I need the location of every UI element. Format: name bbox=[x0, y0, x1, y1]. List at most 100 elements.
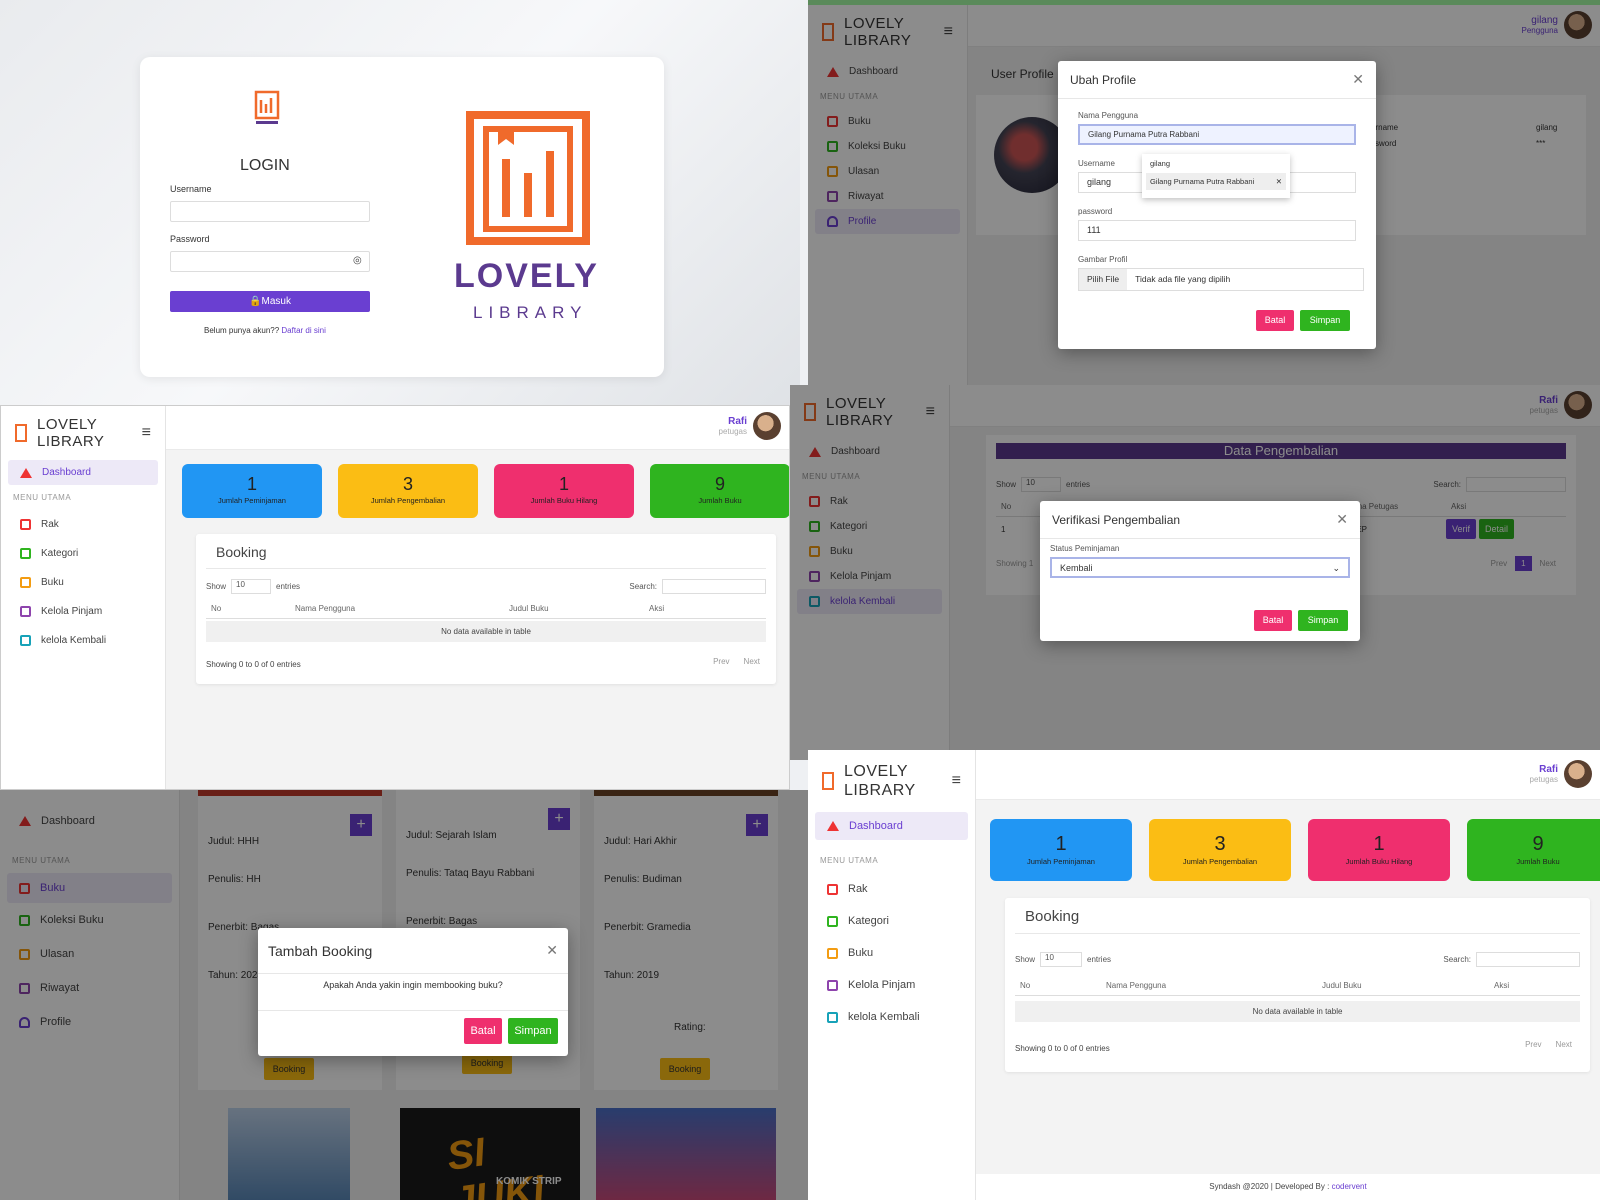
sidebar-item-riwayat[interactable]: Riwayat bbox=[815, 184, 960, 209]
next-button[interactable]: Next bbox=[744, 657, 760, 666]
book-icon bbox=[827, 116, 838, 127]
page-1[interactable]: 1 bbox=[1515, 556, 1532, 571]
sidebar-item-dashboard[interactable]: Dashboard bbox=[7, 808, 172, 834]
modal-title: Tambah Booking bbox=[268, 942, 373, 959]
add-button[interactable]: + bbox=[746, 814, 768, 836]
close-icon[interactable]: ✕ bbox=[546, 942, 558, 959]
add-button[interactable]: + bbox=[548, 808, 570, 830]
sidebar-item-rak[interactable]: Rak bbox=[815, 873, 968, 905]
collection-icon bbox=[827, 141, 838, 152]
sidebar-item-buku[interactable]: Buku bbox=[8, 568, 158, 597]
sidebar-item-koleksi[interactable]: Koleksi Buku bbox=[7, 903, 172, 937]
avatar[interactable] bbox=[1564, 11, 1592, 39]
page-title: Data Pengembalian bbox=[996, 443, 1566, 459]
sidebar-item-rak[interactable]: Rak bbox=[8, 510, 158, 539]
user-icon bbox=[19, 1016, 30, 1028]
prev-button[interactable]: Prev bbox=[1491, 559, 1507, 568]
avatar[interactable] bbox=[1564, 391, 1592, 419]
user-menu[interactable]: gilang Pengguna bbox=[1522, 11, 1592, 39]
password-label: Password bbox=[170, 234, 210, 244]
entries-select[interactable]: 10 bbox=[231, 579, 272, 594]
stat-buku-hilang: 1 Jumlah Buku Hilang bbox=[1308, 819, 1450, 881]
footer-link[interactable]: codervent bbox=[1332, 1182, 1367, 1191]
save-button[interactable]: Simpan bbox=[508, 1018, 558, 1044]
save-button[interactable]: Simpan bbox=[1300, 310, 1350, 331]
sidebar-item-dashboard[interactable]: Dashboard bbox=[815, 59, 960, 84]
add-button[interactable]: + bbox=[350, 814, 372, 836]
choose-file-button[interactable]: Pilih File bbox=[1079, 269, 1128, 290]
booking-button[interactable]: Booking bbox=[660, 1058, 710, 1080]
booking-button[interactable]: Booking bbox=[264, 1058, 314, 1080]
cancel-button[interactable]: Batal bbox=[1256, 310, 1294, 331]
hamburger-icon[interactable]: ≡ bbox=[944, 23, 953, 41]
username-input[interactable] bbox=[170, 201, 370, 222]
sidebar-item-rak[interactable]: Rak bbox=[797, 489, 942, 514]
search-input[interactable] bbox=[1466, 477, 1566, 492]
sidebar-item-riwayat[interactable]: Riwayat bbox=[7, 971, 172, 1005]
sidebar-item-dashboard[interactable]: Dashboard bbox=[815, 812, 968, 840]
search-input[interactable] bbox=[662, 579, 766, 594]
nama-field[interactable]: Gilang Purnama Putra Rabbani bbox=[1078, 124, 1356, 145]
sidebar-item-kategori[interactable]: Kategori bbox=[797, 514, 942, 539]
search-input[interactable] bbox=[1476, 952, 1580, 967]
hamburger-icon[interactable]: ≡ bbox=[142, 424, 151, 442]
file-input[interactable]: Pilih File Tidak ada file yang dipilih bbox=[1078, 268, 1364, 291]
sidebar-item-ulasan[interactable]: Ulasan bbox=[7, 937, 172, 971]
hamburger-icon[interactable]: ≡ bbox=[952, 772, 961, 790]
remove-icon[interactable]: ✕ bbox=[1276, 177, 1282, 186]
sidebar-item-kategori[interactable]: Kategori bbox=[8, 539, 158, 568]
next-button[interactable]: Next bbox=[1540, 559, 1556, 568]
next-button[interactable]: Next bbox=[1556, 1040, 1572, 1049]
sidebar-item-kategori[interactable]: Kategori bbox=[815, 905, 968, 937]
sidebar-item-profile[interactable]: Profile bbox=[7, 1005, 172, 1039]
hamburger-icon[interactable]: ≡ bbox=[926, 403, 935, 421]
sidebar-item-dashboard[interactable]: Dashboard bbox=[8, 460, 158, 485]
category-icon bbox=[827, 915, 838, 927]
save-button[interactable]: Simpan bbox=[1298, 610, 1348, 631]
sidebar-item-profile[interactable]: Profile bbox=[815, 209, 960, 234]
eye-slash-icon[interactable]: ◎ bbox=[353, 255, 362, 266]
sidebar-item-buku[interactable]: Buku bbox=[797, 539, 942, 564]
sidebar-item-kelola-kembali[interactable]: kelola Kembali bbox=[815, 1001, 968, 1033]
book-icon bbox=[827, 947, 838, 959]
username-label: Username bbox=[170, 184, 212, 194]
register-link[interactable]: Daftar di sini bbox=[281, 326, 325, 335]
collection-icon bbox=[19, 914, 30, 926]
status-select[interactable]: Kembali ⌄ bbox=[1050, 557, 1350, 578]
profile-topbar: gilang Pengguna bbox=[968, 5, 1600, 47]
avatar[interactable] bbox=[753, 412, 781, 440]
detail-button[interactable]: Detail bbox=[1479, 519, 1515, 539]
prev-button[interactable]: Prev bbox=[713, 657, 729, 666]
sidebar-item-kelola-pinjam[interactable]: Kelola Pinjam bbox=[8, 597, 158, 626]
sidebar-item-buku[interactable]: Buku bbox=[815, 937, 968, 969]
entries-select[interactable]: 10 bbox=[1040, 952, 1083, 967]
sidebar-item-buku[interactable]: Buku bbox=[815, 109, 960, 134]
login-button[interactable]: 🔒Masuk bbox=[170, 291, 370, 312]
sidebar-item-ulasan[interactable]: Ulasan bbox=[815, 159, 960, 184]
cancel-button[interactable]: Batal bbox=[464, 1018, 502, 1044]
sidebar-item-kelola-kembali[interactable]: kelola Kembali bbox=[797, 589, 942, 614]
cancel-button[interactable]: Batal bbox=[1254, 610, 1292, 631]
sidebar-item-kelola-kembali[interactable]: kelola Kembali bbox=[8, 626, 158, 655]
verif-button[interactable]: Verif bbox=[1446, 519, 1477, 539]
avatar[interactable] bbox=[1564, 760, 1592, 788]
home-icon bbox=[809, 446, 821, 457]
password-field[interactable]: 111 bbox=[1078, 220, 1356, 241]
prev-button[interactable]: Prev bbox=[1525, 1040, 1541, 1049]
password-input[interactable] bbox=[170, 251, 370, 272]
sidebar-item-koleksi[interactable]: Koleksi Buku bbox=[815, 134, 960, 159]
sidebar-item-kelola-pinjam[interactable]: Kelola Pinjam bbox=[797, 564, 942, 589]
home-icon bbox=[19, 816, 31, 826]
sidebar-item-buku[interactable]: Buku bbox=[7, 873, 172, 903]
entries-select[interactable]: 10 bbox=[1021, 477, 1062, 492]
sidebar-item-dashboard[interactable]: Dashboard bbox=[797, 439, 942, 464]
autocomplete-item[interactable]: Gilang Purnama Putra Rabbani ✕ bbox=[1146, 173, 1286, 190]
login-card: LOGIN Username Password ◎ 🔒Masuk Belum p… bbox=[140, 57, 664, 377]
user-menu[interactable]: Rafi petugas bbox=[1530, 391, 1592, 419]
close-icon[interactable]: ✕ bbox=[1352, 71, 1364, 88]
book-cover-2: SI JUKI KOMIK STRIP bbox=[400, 1108, 580, 1200]
sidebar-item-kelola-pinjam[interactable]: Kelola Pinjam bbox=[815, 969, 968, 1001]
user-menu[interactable]: Rafi petugas bbox=[1530, 760, 1592, 788]
user-menu[interactable]: Rafi petugas bbox=[719, 412, 781, 440]
close-icon[interactable]: ✕ bbox=[1336, 511, 1348, 528]
